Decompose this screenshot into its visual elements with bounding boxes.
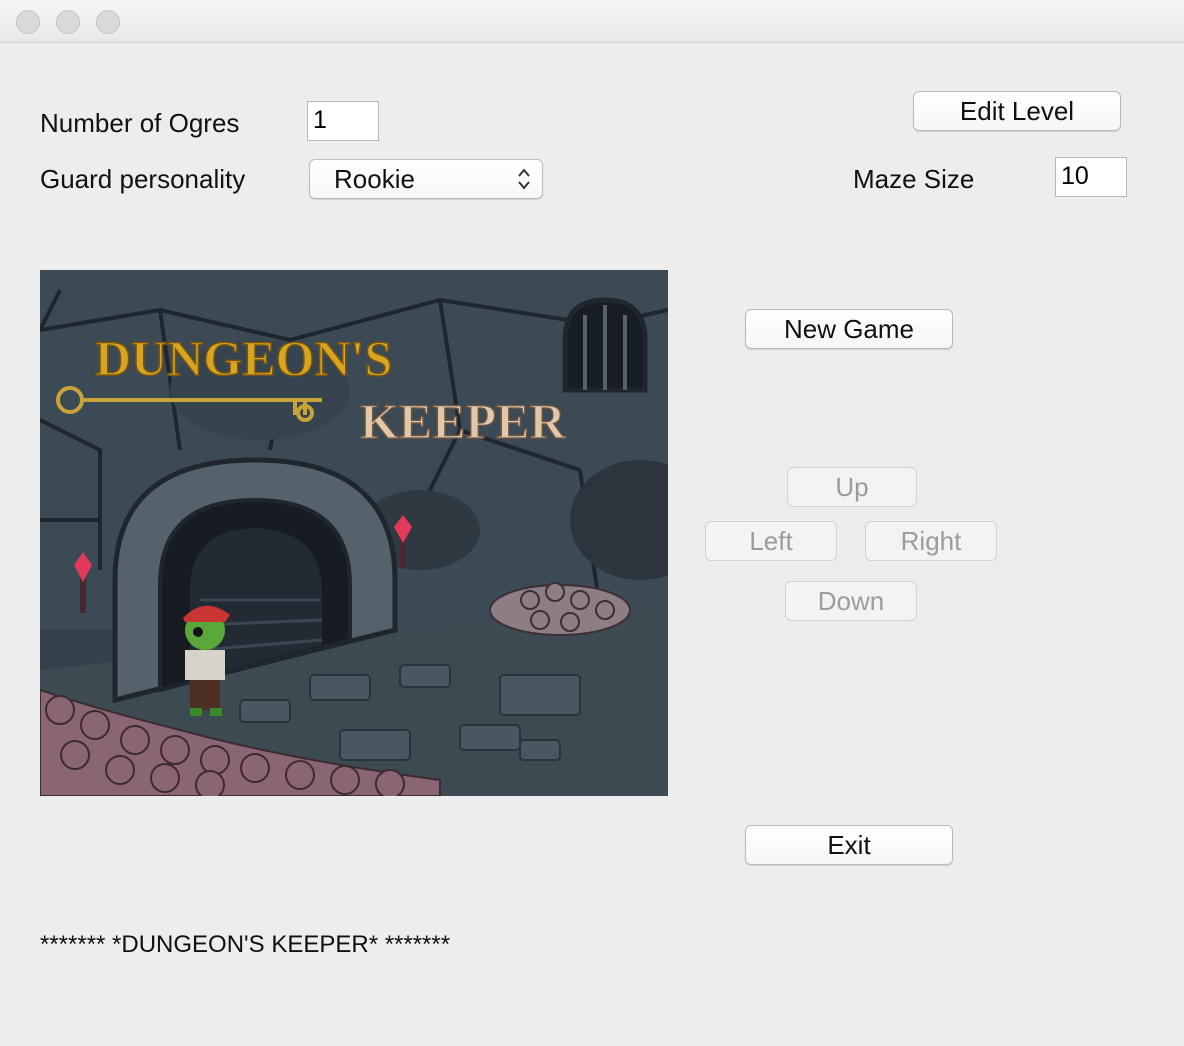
move-down-button[interactable]: Down: [785, 581, 917, 621]
art-title-line1: DUNGEON'S: [95, 330, 392, 386]
status-text: ******* *DUNGEON'S KEEPER* *******: [40, 931, 451, 958]
new-game-button[interactable]: New Game: [745, 309, 953, 349]
guard-selected-value: Rookie: [334, 164, 415, 194]
exit-button[interactable]: Exit: [745, 825, 953, 865]
title-bar: [0, 0, 1184, 43]
move-left-button[interactable]: Left: [705, 521, 837, 561]
move-up-button[interactable]: Up: [787, 467, 917, 507]
maze-size-input[interactable]: 10: [1055, 157, 1127, 197]
close-window-button[interactable]: [16, 10, 40, 34]
ogres-input[interactable]: 1: [307, 101, 379, 141]
game-artwork: DUNGEON'S KEEPER: [40, 270, 668, 796]
guard-personality-select[interactable]: Rookie: [309, 159, 543, 199]
maze-size-label: Maze Size: [853, 164, 975, 194]
ogres-label: Number of Ogres: [40, 108, 240, 138]
edit-level-button[interactable]: Edit Level: [913, 91, 1121, 131]
guard-label: Guard personality: [40, 164, 246, 194]
minimize-window-button[interactable]: [56, 10, 80, 34]
art-title-line2: KEEPER: [360, 393, 566, 449]
zoom-window-button[interactable]: [96, 10, 120, 34]
move-right-button[interactable]: Right: [865, 521, 997, 561]
chevron-updown-icon: [516, 166, 532, 199]
main-window: Number of Ogres 1 Edit Level Guard perso…: [0, 0, 1184, 1046]
